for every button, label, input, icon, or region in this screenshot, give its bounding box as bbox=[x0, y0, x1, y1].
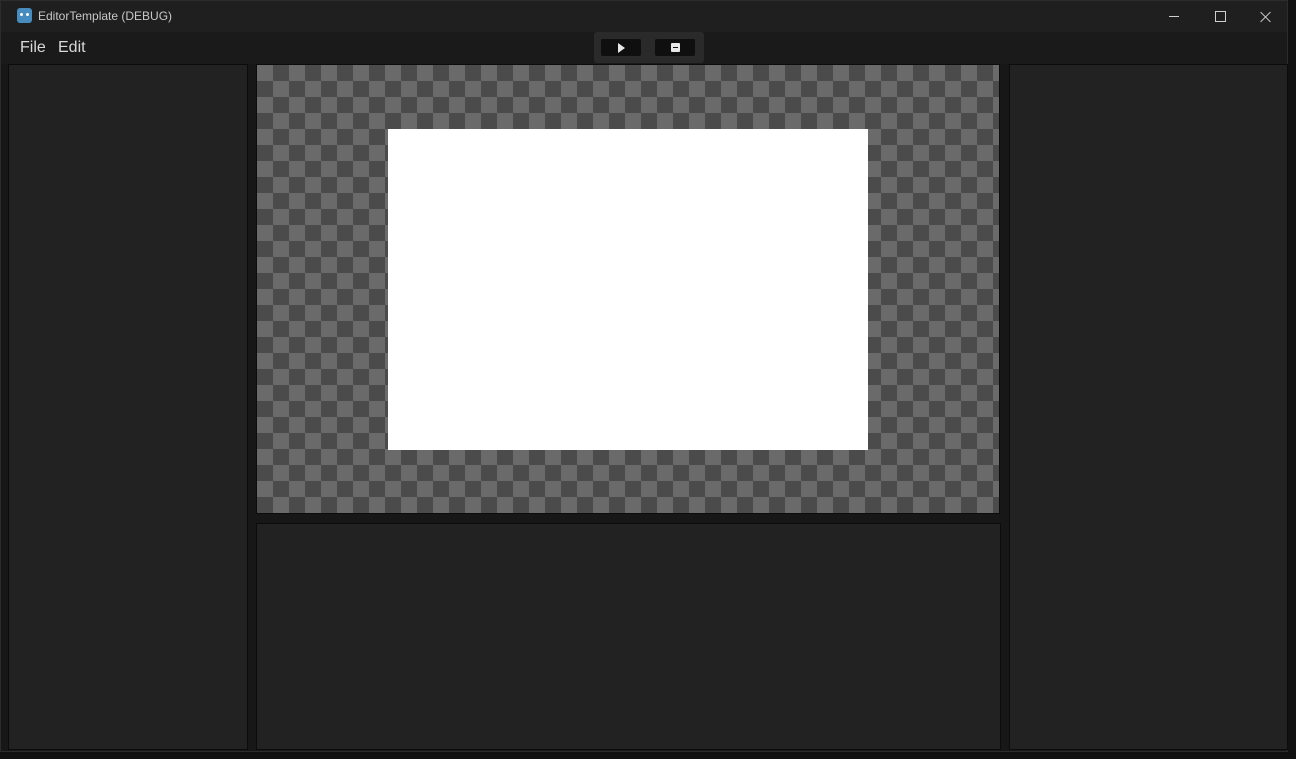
close-button[interactable] bbox=[1243, 1, 1289, 32]
maximize-button[interactable] bbox=[1197, 1, 1243, 32]
menu-bar: File Edit bbox=[1, 32, 1287, 64]
maximize-icon bbox=[1214, 11, 1226, 22]
canvas-area[interactable] bbox=[388, 129, 868, 450]
save-button[interactable] bbox=[655, 39, 695, 56]
window-title: EditorTemplate (DEBUG) bbox=[38, 9, 173, 23]
editor-viewport[interactable] bbox=[256, 64, 1000, 514]
right-dock-panel[interactable] bbox=[1009, 64, 1288, 750]
close-icon bbox=[1260, 11, 1272, 23]
desktop-background bbox=[1288, 0, 1296, 759]
play-icon bbox=[617, 42, 625, 53]
run-toolbar bbox=[594, 32, 704, 63]
minimize-button[interactable] bbox=[1151, 1, 1197, 32]
menu-edit[interactable]: Edit bbox=[58, 39, 86, 57]
bottom-dock-panel[interactable] bbox=[256, 523, 1001, 750]
minimize-icon bbox=[1169, 16, 1179, 17]
desktop-background-bottom bbox=[0, 752, 1296, 759]
menu-file[interactable]: File bbox=[20, 39, 46, 57]
godot-icon bbox=[17, 8, 32, 23]
play-button[interactable] bbox=[601, 39, 641, 56]
title-bar[interactable]: EditorTemplate (DEBUG) bbox=[1, 1, 1287, 32]
left-dock-panel[interactable] bbox=[8, 64, 248, 750]
save-icon bbox=[670, 43, 680, 52]
